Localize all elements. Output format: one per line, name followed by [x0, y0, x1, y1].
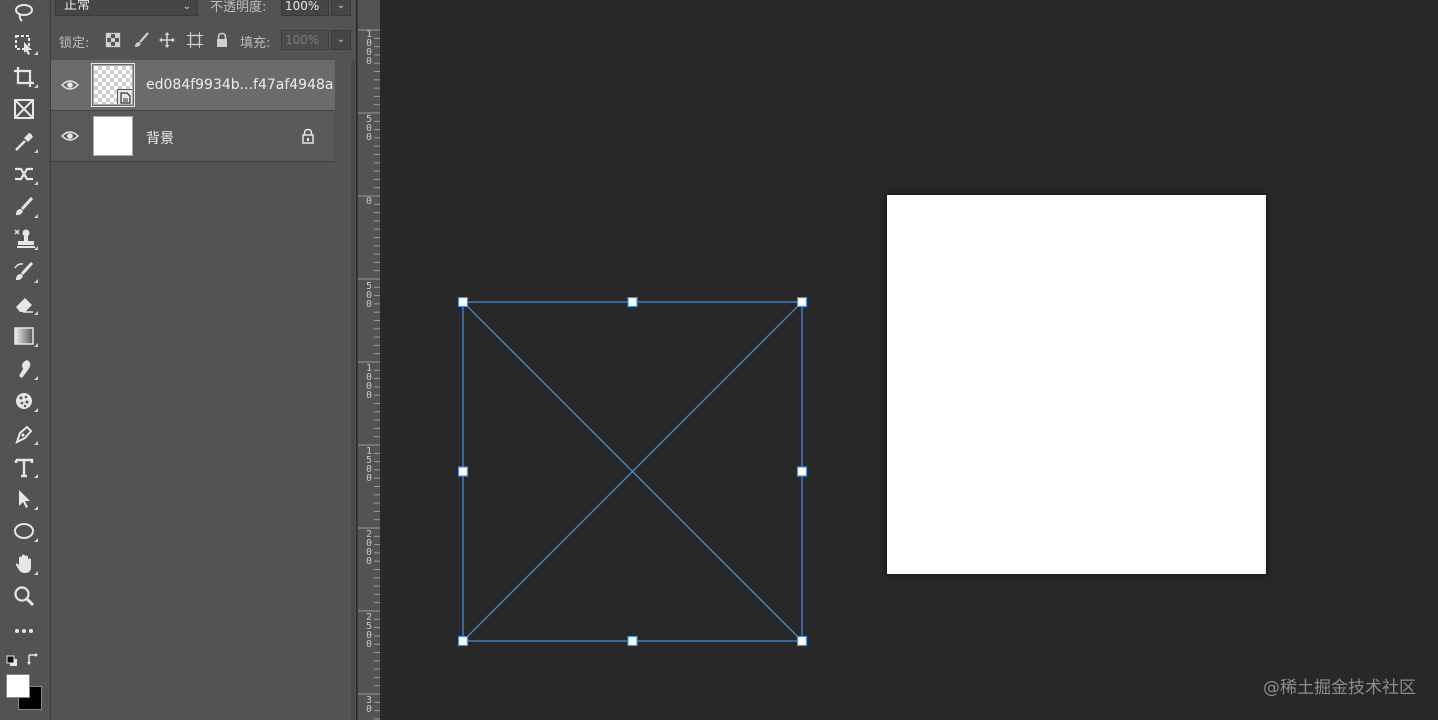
frame-icon — [14, 99, 34, 119]
ruler-label: 500 — [365, 114, 373, 143]
lock-icon[interactable] — [301, 128, 315, 144]
lock-label: 锁定: — [59, 36, 90, 51]
crop-icon — [14, 67, 34, 87]
eraser-tool[interactable] — [8, 291, 40, 317]
pen-icon — [15, 425, 33, 444]
hand-tool[interactable] — [8, 551, 40, 577]
ruler-label: 1000 — [365, 29, 373, 67]
panel-scrollbar[interactable] — [351, 60, 355, 720]
layer-row-background[interactable]: 背景 — [51, 111, 335, 162]
layer-thumbnail — [91, 63, 135, 107]
ruler-label: 1000 — [365, 363, 373, 401]
history-brush-icon — [14, 261, 34, 281]
smart-object-icon — [117, 89, 132, 104]
chevron-down-icon: ⌄ — [182, 1, 191, 12]
layer-name: ed084f9934b...f47af4948a — [146, 77, 334, 93]
layer-thumbnail — [93, 116, 133, 156]
lasso-icon — [15, 4, 33, 22]
eraser-icon — [16, 298, 33, 313]
gradient-tool[interactable] — [8, 323, 40, 349]
fill-dropdown-button[interactable]: ⌄ — [331, 30, 351, 50]
type-icon — [14, 458, 34, 478]
ellipse-tool[interactable] — [8, 518, 40, 544]
default-colors-icon[interactable] — [6, 652, 18, 666]
clone-stamp-tool[interactable] — [8, 226, 40, 252]
opacity-dropdown-button[interactable]: ⌄ — [331, 0, 351, 16]
sponge-tool[interactable] — [8, 388, 40, 414]
opacity-label: 不透明度: — [210, 0, 267, 15]
zoom-icon — [14, 586, 35, 607]
transform-bounding-box[interactable] — [458, 297, 808, 647]
lock-position-icon[interactable] — [158, 31, 176, 49]
watermark: @稀土掘金技术社区 — [1263, 678, 1416, 698]
eye-icon[interactable] — [60, 77, 80, 91]
lock-artboard-icon[interactable] — [186, 31, 204, 49]
swap-colors-icon[interactable] — [26, 651, 40, 665]
ruler-label: 1500 — [365, 446, 373, 484]
more-icon — [15, 629, 33, 633]
zoom-tool[interactable] — [8, 583, 40, 609]
ruler-label: 500 — [365, 281, 373, 310]
fill-label: 填充: — [240, 36, 271, 51]
eyedropper-icon — [15, 133, 33, 151]
ruler-label: 0 — [365, 196, 373, 207]
foreground-color-swatch[interactable] — [6, 674, 30, 698]
fill-input[interactable]: 100% — [281, 30, 329, 50]
layer-row-smart-object[interactable]: ed084f9934b...f47af4948a — [51, 60, 335, 111]
transform-handle[interactable] — [627, 635, 638, 647]
ruler-label: 2500 — [365, 612, 373, 650]
ruler-label: 2000 — [365, 529, 373, 567]
lock-image-pixels-icon[interactable] — [132, 31, 150, 49]
ruler-label: 30 — [365, 695, 373, 715]
history-brush-tool[interactable] — [8, 259, 40, 285]
vertical-ruler: 1000 500 0 500 1000 1500 2000 2500 30 — [357, 0, 381, 720]
lock-all-icon[interactable] — [213, 31, 231, 49]
smudge-tool[interactable] — [8, 356, 40, 382]
spot-healing-tool[interactable] — [8, 161, 40, 187]
brush-icon — [16, 196, 34, 216]
blend-row: 正常 ⌄ 不透明度: 100% ⌄ — [51, 0, 356, 22]
canvas-area[interactable] — [380, 0, 1438, 720]
type-tool[interactable] — [8, 454, 40, 480]
brush-tool[interactable] — [8, 194, 40, 220]
blend-mode-select[interactable]: 正常 ⌄ — [55, 0, 198, 16]
sponge-icon — [16, 393, 32, 409]
stamp-icon — [14, 229, 35, 248]
ellipse-icon — [14, 523, 34, 539]
document-canvas[interactable] — [887, 195, 1266, 574]
path-selection-tool[interactable] — [8, 486, 40, 512]
smudge-icon — [19, 360, 31, 378]
crop-tool[interactable] — [8, 64, 40, 90]
hand-icon — [15, 554, 31, 573]
healing-icon — [15, 167, 33, 181]
opacity-input[interactable]: 100% — [281, 0, 329, 16]
path-selection-icon — [19, 490, 30, 508]
transform-handle[interactable] — [796, 297, 808, 308]
transform-handle[interactable] — [796, 466, 808, 477]
eyedropper-tool[interactable] — [8, 129, 40, 155]
gradient-icon — [14, 327, 34, 345]
lock-transparent-pixels-icon[interactable] — [104, 31, 122, 49]
transform-handle[interactable] — [796, 635, 808, 647]
lock-row: 锁定: 填充: 100% ⌄ — [51, 28, 356, 52]
layers-list: ed084f9934b...f47af4948a 背景 — [51, 60, 335, 162]
blend-mode-value: 正常 — [64, 0, 91, 13]
transform-handle[interactable] — [627, 297, 638, 308]
object-selection-tool[interactable] — [8, 31, 40, 57]
frame-tool[interactable] — [8, 96, 40, 122]
transform-handle[interactable] — [458, 635, 469, 647]
pen-tool[interactable] — [8, 421, 40, 447]
layers-panel: 正常 ⌄ 不透明度: 100% ⌄ 锁定: 填充: 100% ⌄ ed084f9… — [51, 0, 356, 720]
transform-handle[interactable] — [458, 297, 469, 308]
lasso-tool[interactable] — [8, 0, 40, 26]
eye-icon[interactable] — [60, 128, 80, 142]
more-tools-button[interactable] — [8, 616, 40, 642]
layer-name: 背景 — [146, 131, 174, 147]
transform-handle[interactable] — [458, 466, 469, 477]
object-selection-icon — [15, 35, 32, 55]
tools-panel — [0, 0, 51, 720]
